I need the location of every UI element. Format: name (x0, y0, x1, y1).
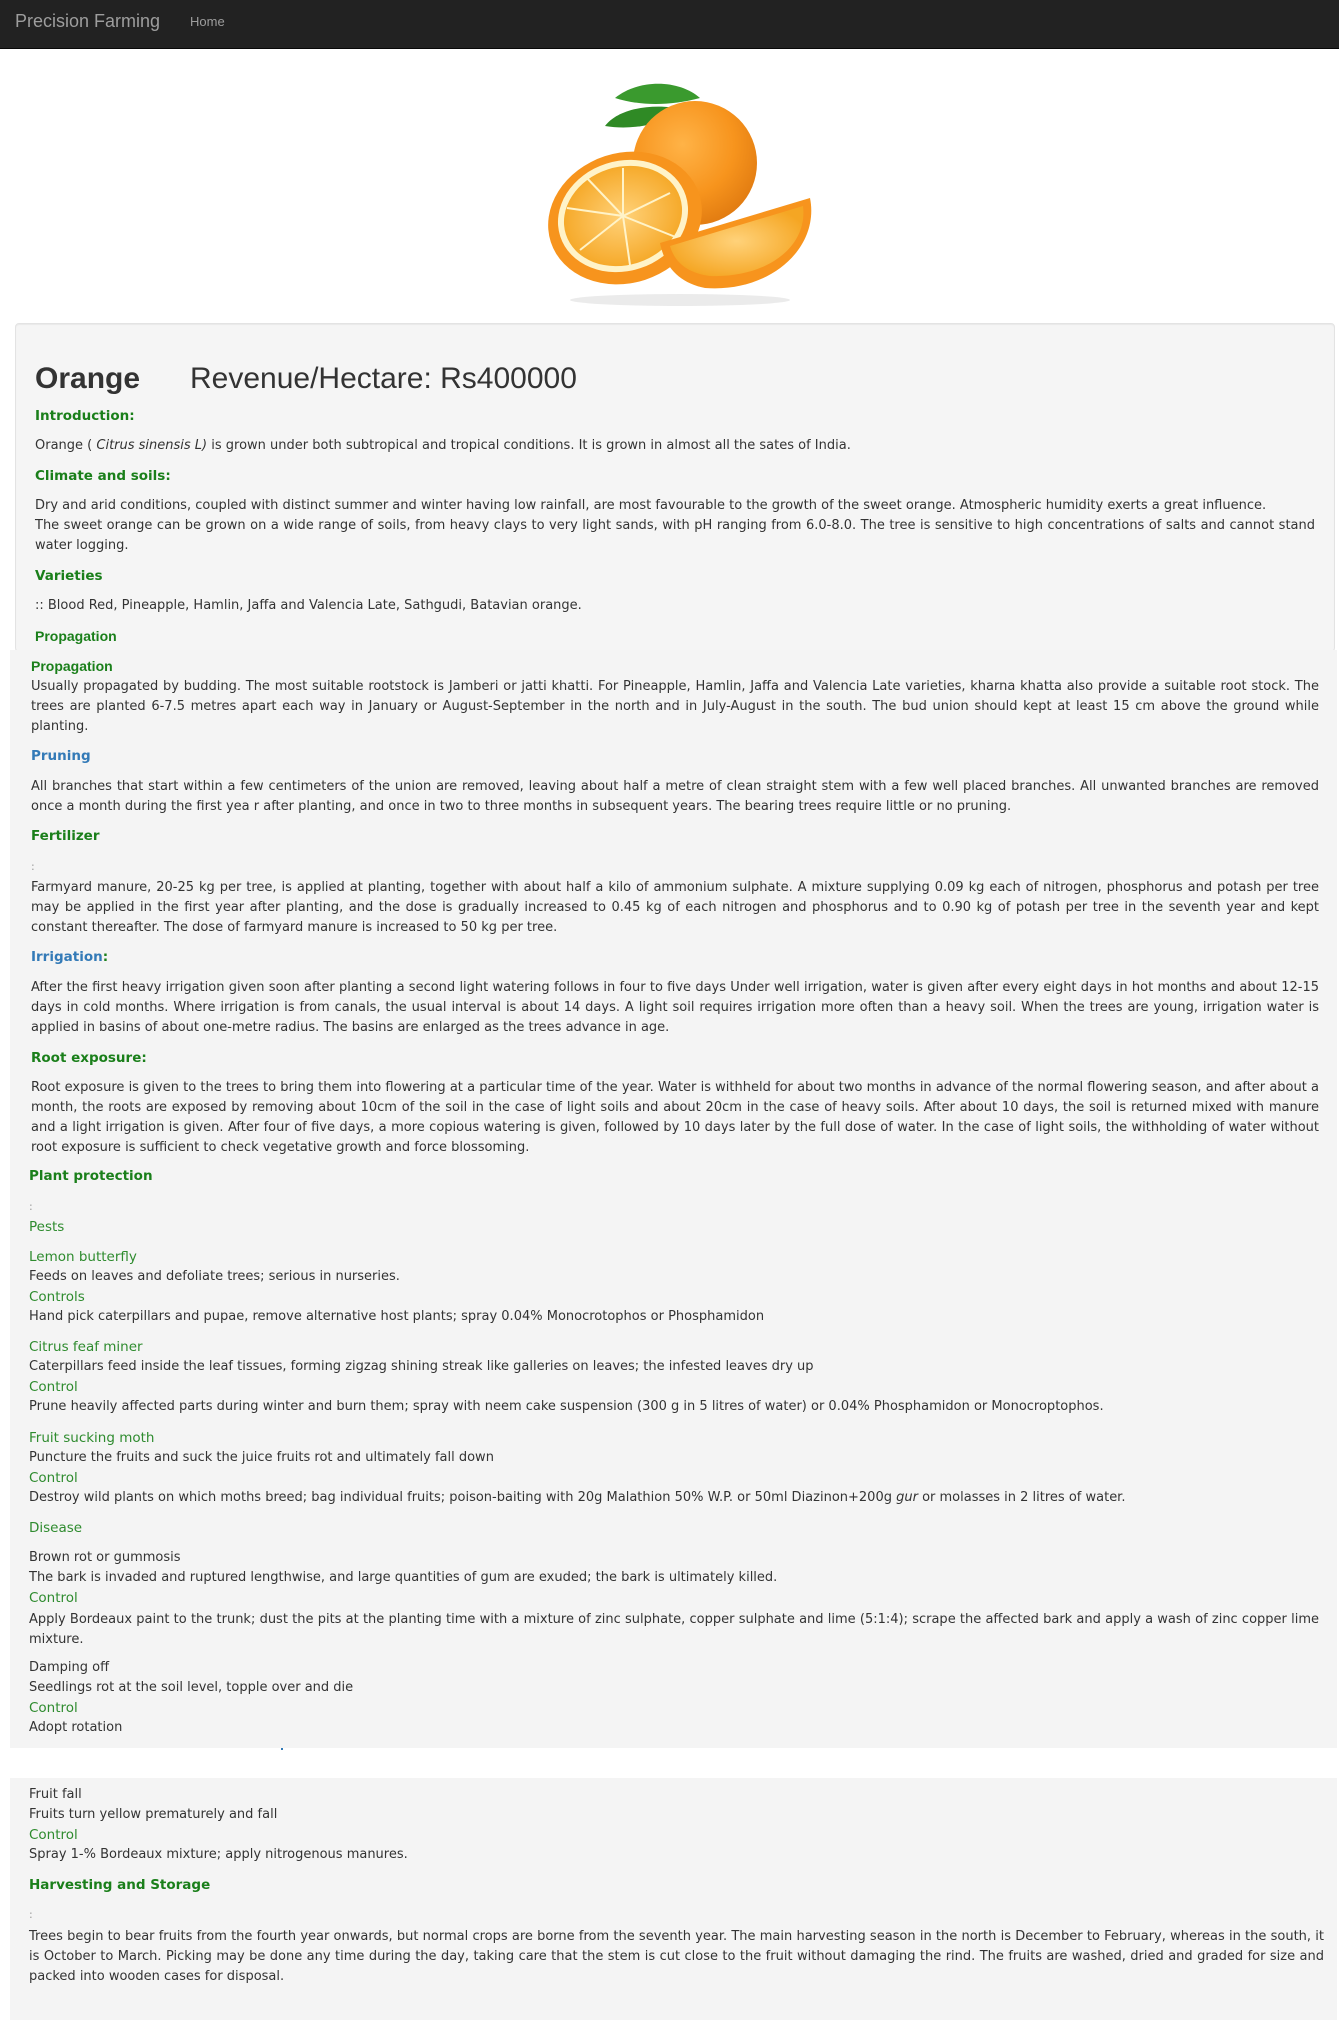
navbar: Precision Farming Home (0, 0, 1339, 49)
pruning-text: All branches that start within a few cen… (31, 779, 1319, 814)
pest-name: Fruit sucking moth (29, 1430, 155, 1446)
control-text: Spray 1-% Bordeaux mixture; apply nitrog… (29, 1847, 408, 1862)
crop-title: Orange (35, 362, 141, 395)
control-text: Adopt rotation (29, 1720, 123, 1735)
pest-description: Feeds on leaves and defoliate trees; ser… (29, 1269, 400, 1284)
pests-label: Pests (29, 1219, 65, 1235)
fertilizer-marker: : (31, 860, 35, 873)
harvesting-text: Trees begin to bear fruits from the four… (29, 1929, 1324, 1984)
propagation-text: Usually propagated by budding. The most … (31, 679, 1319, 734)
propagation-heading: Propagation (31, 658, 113, 674)
control-text: Apply Bordeaux paint to the trunk; dust … (29, 1612, 1319, 1647)
disease-description: The bark is invaded and ruptured lengthw… (29, 1570, 778, 1585)
harvesting-heading: Harvesting and Storage (29, 1877, 211, 1893)
fertilizer-heading: Fertilizer (31, 828, 100, 844)
control-text: Destroy wild plants on which moths breed… (29, 1490, 1126, 1505)
fertilizer-text: Farmyard manure, 20-25 kg per tree, is a… (31, 880, 1319, 935)
plant-protection-heading: Plant protection (29, 1168, 153, 1184)
pest-name: Lemon butterfly (29, 1249, 137, 1265)
root-exposure-heading: Root exposure: (31, 1050, 147, 1066)
revenue-per-hectare: Revenue/Hectare: Rs400000 (190, 362, 577, 395)
disease-description: Seedlings rot at the soil level, topple … (29, 1680, 354, 1695)
introduction-text: Orange ( Citrus sinensis L) is grown und… (35, 438, 851, 453)
disease-name: Brown rot or gummosis (29, 1550, 181, 1565)
control-label: Control (29, 1590, 78, 1606)
control-label: Control (29, 1379, 78, 1395)
control-label: Control (29, 1470, 78, 1486)
control-text: Prune heavily affected parts during wint… (29, 1399, 1104, 1414)
varieties-text: :: Blood Red, Pineapple, Hamlin, Jaffa a… (35, 598, 582, 613)
control-label: Control (29, 1827, 78, 1843)
disease-name: Fruit fall (29, 1787, 82, 1802)
irrigation-heading: Irrigation: (31, 949, 109, 965)
brand-link[interactable]: Precision Farming (15, 11, 160, 32)
disease-label: Disease (29, 1520, 83, 1536)
control-label: Controls (29, 1289, 85, 1305)
introduction-heading: Introduction: (35, 408, 135, 424)
varieties-heading: Varieties (35, 568, 103, 584)
orange-image (548, 83, 812, 306)
divider-dot (281, 1748, 283, 1750)
disease-name: Damping off (29, 1660, 110, 1675)
pest-name: Citrus feaf miner (29, 1339, 143, 1355)
control-label: Control (29, 1700, 78, 1716)
propagation-heading-card: Propagation (35, 628, 117, 644)
climate-text: Dry and arid conditions, coupled with di… (35, 498, 1315, 553)
root-exposure-text: Root exposure is given to the trees to b… (31, 1080, 1319, 1155)
nav-home-link[interactable]: Home (190, 14, 225, 29)
pest-description: Caterpillars feed inside the leaf tissue… (29, 1359, 814, 1374)
climate-heading: Climate and soils: (35, 468, 171, 484)
pest-description: Puncture the fruits and suck the juice f… (29, 1450, 494, 1465)
irrigation-text: After the first heavy irrigation given s… (31, 980, 1319, 1035)
control-text: Hand pick caterpillars and pupae, remove… (29, 1309, 765, 1324)
pruning-heading: Pruning (31, 748, 91, 764)
harvesting-marker: : (29, 1908, 33, 1921)
plant-protection-marker: : (29, 1200, 33, 1213)
disease-description: Fruits turn yellow prematurely and fall (29, 1807, 278, 1822)
